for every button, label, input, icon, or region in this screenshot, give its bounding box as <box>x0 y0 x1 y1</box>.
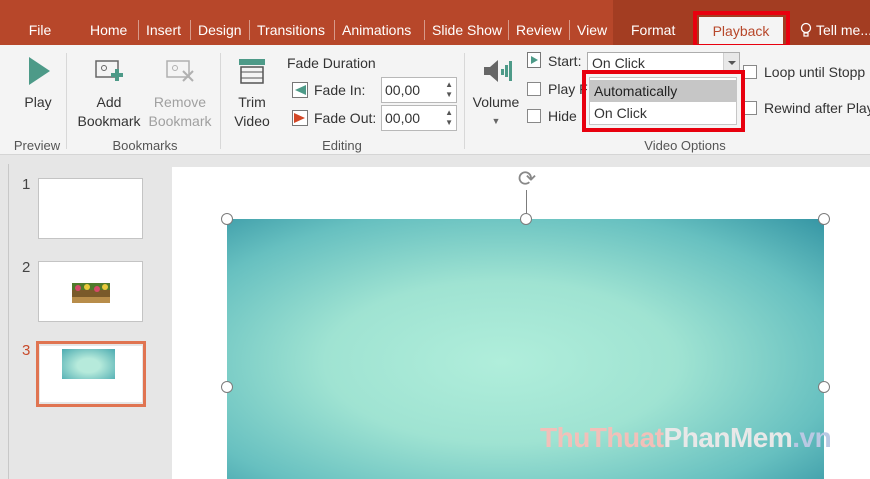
loop-checkbox[interactable] <box>743 65 757 79</box>
hide-not-playing-checkbox[interactable] <box>527 109 541 123</box>
slide-number-1: 1 <box>22 176 31 193</box>
tab-divider <box>569 20 570 40</box>
resize-handle-left[interactable] <box>221 381 233 393</box>
add-bookmark-label-2: Bookmark <box>77 113 141 129</box>
tell-me-box[interactable]: Tell me... <box>800 18 870 42</box>
tab-view[interactable]: View <box>577 18 607 42</box>
play-button[interactable]: Play <box>20 55 56 112</box>
resize-handle-top-left[interactable] <box>221 213 233 225</box>
hide-not-playing-label: Hide <box>548 108 577 124</box>
group-divider <box>220 53 221 149</box>
start-icon <box>527 52 541 68</box>
remove-bookmark-button[interactable]: Remove Bookmark <box>146 55 214 131</box>
watermark-part-3: .vn <box>792 422 832 453</box>
group-label-preview: Preview <box>13 138 61 153</box>
tab-divider <box>190 20 191 40</box>
fade-duration-label: Fade Duration <box>287 55 376 71</box>
tab-review[interactable]: Review <box>516 18 562 42</box>
rotate-handle-icon[interactable]: ⟳ <box>512 166 542 194</box>
trim-video-button[interactable]: Trim Video <box>230 55 274 131</box>
highlight-start-dropdown <box>582 70 745 132</box>
remove-bookmark-label-2: Bookmark <box>148 113 212 129</box>
trim-video-label-1: Trim <box>238 94 266 110</box>
fade-in-row: Fade In: <box>292 82 365 98</box>
watermark-part-2: PhanMem <box>663 422 793 453</box>
tab-transitions[interactable]: Transitions <box>257 18 325 42</box>
pane-edge <box>8 164 9 479</box>
tell-me-label: Tell me... <box>816 22 870 38</box>
resize-handle-right[interactable] <box>818 381 830 393</box>
remove-bookmark-label-1: Remove <box>153 94 207 110</box>
rewind-label: Rewind after Play <box>764 100 870 116</box>
fade-out-spinner[interactable]: ▲ ▼ <box>445 108 453 128</box>
play-label: Play <box>24 94 52 110</box>
fade-out-label: Fade Out: <box>314 110 377 126</box>
tab-slideshow[interactable]: Slide Show <box>432 18 502 42</box>
fade-out-icon <box>292 110 308 126</box>
trim-video-label-2: Video <box>234 113 270 129</box>
volume-button[interactable]: Volume ▼ <box>470 55 522 131</box>
volume-icon <box>484 60 512 82</box>
tab-file[interactable]: File <box>0 18 80 45</box>
fade-in-spinner[interactable]: ▲ ▼ <box>445 80 453 100</box>
trim-video-icon <box>239 59 265 84</box>
fade-out-row: Fade Out: <box>292 110 376 126</box>
group-label-editing: Editing <box>322 138 362 153</box>
volume-chevron-down-icon: ▼ <box>491 116 501 126</box>
slide-thumbnail-3 <box>40 346 142 402</box>
watermark-part-1: ThuThuat <box>540 422 664 453</box>
highlight-playback-tab <box>693 11 790 48</box>
volume-label: Volume <box>472 94 520 110</box>
tab-divider <box>424 20 425 40</box>
tab-design[interactable]: Design <box>198 18 242 42</box>
tab-insert[interactable]: Insert <box>146 18 181 42</box>
watermark: ThuThuatPhanMem.vn <box>540 422 832 454</box>
resize-handle-top[interactable] <box>520 213 532 225</box>
tab-divider <box>138 20 139 40</box>
slide-3-video-preview <box>62 349 115 379</box>
start-select-value: On Click <box>592 55 645 71</box>
group-divider <box>66 53 67 149</box>
resize-handle-top-right[interactable] <box>818 213 830 225</box>
remove-bookmark-icon <box>166 60 194 82</box>
fade-in-icon <box>292 82 308 98</box>
slide-number-3: 3 <box>22 342 31 359</box>
fade-in-label: Fade In: <box>314 82 366 98</box>
fade-out-value: 00,00 <box>385 110 421 126</box>
tab-divider <box>508 20 509 40</box>
fade-in-input[interactable]: 00,00 ▲ ▼ <box>381 77 457 103</box>
group-label-video-options: Video Options <box>644 138 726 153</box>
slide-thumbnail-1[interactable] <box>38 178 143 239</box>
slide-number-2: 2 <box>22 259 31 276</box>
tab-divider <box>334 20 335 40</box>
fade-in-value: 00,00 <box>385 82 421 98</box>
rewind-checkbox[interactable] <box>743 101 757 115</box>
garden-photo-image <box>72 283 110 303</box>
slide-thumbnail-2[interactable] <box>38 261 143 322</box>
group-divider <box>464 53 465 149</box>
group-label-bookmarks: Bookmarks <box>112 138 178 153</box>
tab-home[interactable]: Home <box>90 18 127 42</box>
loop-label: Loop until Stopp <box>764 64 866 80</box>
add-bookmark-label-1: Add <box>96 94 122 110</box>
fade-out-input[interactable]: 00,00 ▲ ▼ <box>381 105 457 131</box>
tab-animations[interactable]: Animations <box>342 18 411 42</box>
add-bookmark-icon <box>95 60 123 81</box>
play-fullscreen-checkbox[interactable] <box>527 82 541 96</box>
play-icon <box>29 57 50 85</box>
tab-format[interactable]: Format <box>631 18 675 42</box>
lightbulb-icon <box>800 22 812 37</box>
start-label: Start: <box>548 53 582 69</box>
add-bookmark-button[interactable]: Add Bookmark <box>76 55 142 131</box>
tab-divider <box>249 20 250 40</box>
